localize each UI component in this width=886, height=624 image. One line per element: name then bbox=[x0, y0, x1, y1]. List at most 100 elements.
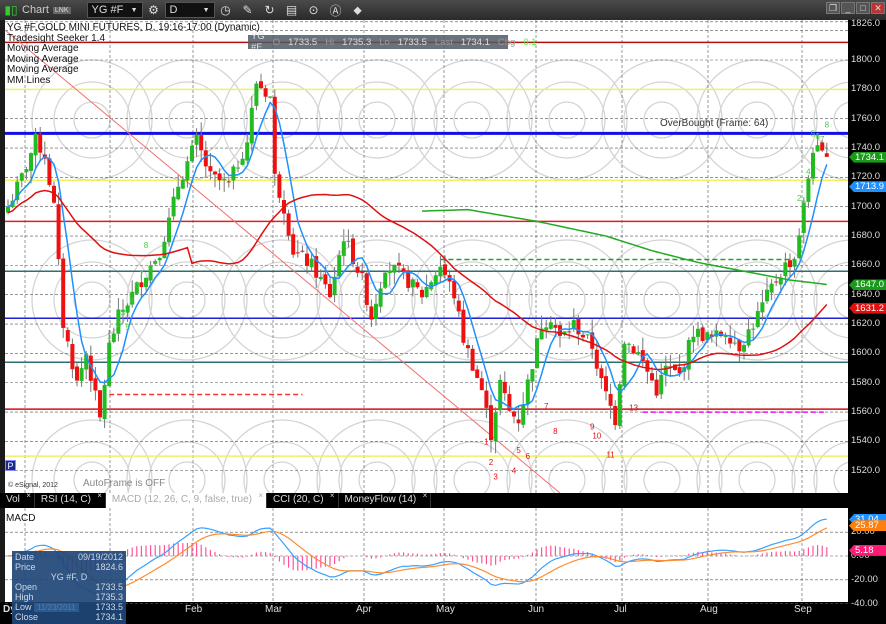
candle-body bbox=[392, 264, 397, 273]
candle-body bbox=[240, 158, 245, 165]
candle-body bbox=[728, 337, 733, 344]
candle-body bbox=[226, 181, 231, 183]
month-label: Apr bbox=[356, 604, 372, 615]
date-axis-bg bbox=[0, 602, 848, 624]
study-legend: YG #F,GOLD MINI FUTURES, D, 19:16-17:00 … bbox=[7, 22, 260, 87]
candle-body bbox=[774, 281, 779, 283]
candle-body bbox=[199, 135, 204, 151]
seeker-count-label: 5 bbox=[125, 323, 130, 332]
candle-body bbox=[318, 277, 323, 280]
price-axis-label: 1560.0 bbox=[851, 406, 881, 418]
quote-low-label: Lo bbox=[379, 36, 390, 48]
price-axis-label: 1826.0 bbox=[851, 17, 881, 29]
candle-body bbox=[489, 405, 493, 441]
p-button[interactable]: P bbox=[5, 460, 16, 471]
close-icon[interactable]: × bbox=[423, 491, 428, 500]
price-axis-label: 1540.0 bbox=[851, 435, 881, 447]
candle-body bbox=[553, 325, 558, 328]
macd-title: MACD bbox=[6, 513, 36, 524]
seeker-count-label: 3 bbox=[802, 200, 807, 209]
close-icon[interactable]: × bbox=[26, 491, 31, 500]
tab-label: RSI (14, C) bbox=[40, 494, 91, 505]
candle-body bbox=[378, 288, 383, 307]
candle-body bbox=[401, 268, 406, 272]
legend-symbol[interactable]: YG #F,GOLD MINI FUTURES, D, 19:16-17:00 … bbox=[7, 22, 260, 34]
macd-badge: 5.18 bbox=[849, 544, 886, 556]
candle-body bbox=[176, 186, 181, 200]
candle-body bbox=[659, 374, 664, 395]
candle-body bbox=[328, 283, 332, 298]
info-close: 1734.1 bbox=[95, 612, 123, 622]
macd-axis-label: -40.00 bbox=[851, 597, 878, 609]
candle-body bbox=[663, 365, 668, 375]
seeker-count-label: 3 bbox=[493, 473, 498, 482]
candle-body bbox=[70, 344, 75, 370]
candle-body bbox=[732, 342, 737, 344]
candle-body bbox=[613, 405, 618, 426]
candle-body bbox=[194, 134, 199, 145]
candle-body bbox=[479, 378, 484, 391]
seeker-count-label: 7 bbox=[820, 135, 825, 144]
candle-body bbox=[475, 369, 480, 378]
price-axis-label: 1680.0 bbox=[851, 230, 881, 242]
candle-body bbox=[797, 235, 802, 259]
info-low-label: Low bbox=[15, 602, 32, 612]
price-axis-label: 1760.0 bbox=[851, 112, 881, 124]
candle-body bbox=[369, 306, 374, 320]
price-axis-label: 1600.0 bbox=[851, 347, 881, 359]
seeker-count-label: 8 bbox=[553, 427, 558, 436]
candle-body bbox=[102, 384, 107, 420]
quote-open: 1733.5 bbox=[288, 36, 318, 48]
candle-body bbox=[548, 322, 553, 329]
legend-ma1[interactable]: Moving Average bbox=[7, 43, 260, 55]
candle-body bbox=[38, 134, 43, 153]
price-chart[interactable]: 12345678912345678 91011132345 6 78 bbox=[0, 0, 886, 624]
candle-body bbox=[420, 289, 424, 298]
candle-body bbox=[650, 373, 654, 381]
close-icon[interactable]: × bbox=[330, 491, 335, 500]
candle-body bbox=[277, 174, 282, 198]
seeker-count-label: 3 bbox=[121, 308, 126, 317]
price-axis-label: 1700.0 bbox=[851, 200, 881, 212]
candle-body bbox=[461, 309, 466, 343]
quote-chg-label: Chg bbox=[497, 36, 516, 48]
tab-vol[interactable]: Vol × bbox=[0, 491, 35, 508]
candle-body bbox=[502, 381, 507, 394]
month-label: Mar bbox=[265, 604, 283, 615]
candle-body bbox=[162, 241, 167, 259]
candle-body bbox=[484, 390, 489, 408]
candle-body bbox=[544, 327, 549, 331]
tab-macd[interactable]: MACD (12, 26, C, 9, false, true) × bbox=[105, 491, 267, 508]
legend-ma3[interactable]: Moving Average bbox=[7, 64, 260, 76]
candle-body bbox=[19, 173, 24, 181]
candle-body bbox=[61, 258, 66, 328]
candle-body bbox=[493, 412, 498, 442]
tab-cci[interactable]: CCI (20, C) × bbox=[267, 491, 339, 508]
info-high: 1735.3 bbox=[95, 592, 123, 602]
candle-body bbox=[815, 145, 820, 152]
seeker-count-label: 6 bbox=[135, 280, 140, 289]
seeker-count-label: 1 bbox=[484, 437, 489, 446]
close-icon[interactable]: × bbox=[97, 491, 102, 500]
tab-rsi[interactable]: RSI (14, C) × bbox=[35, 491, 106, 508]
autoframe-status: AutoFrame is OFF bbox=[83, 478, 166, 489]
price-badge: 1734.1 bbox=[849, 151, 886, 163]
candle-body bbox=[742, 345, 746, 352]
price-axis-label: 1580.0 bbox=[851, 376, 881, 388]
candle-body bbox=[576, 319, 581, 335]
copyright: © eSignal, 2012 bbox=[8, 482, 58, 489]
info-low: 1733.5 bbox=[95, 602, 123, 612]
overbought-label: OverBought (Frame: 64) bbox=[660, 118, 769, 129]
info-open: 1733.5 bbox=[95, 582, 123, 592]
tab-moneyflow[interactable]: MoneyFlow (14) × bbox=[339, 491, 432, 508]
candle-body bbox=[286, 213, 291, 236]
seeker-count-label: 2 bbox=[489, 458, 494, 467]
seeker-count-label: 4 bbox=[806, 167, 811, 176]
month-label: Feb bbox=[185, 604, 203, 615]
candle-body bbox=[608, 393, 613, 406]
seeker-count-label: 8 bbox=[144, 241, 149, 250]
candle-body bbox=[355, 266, 360, 273]
close-icon[interactable]: × bbox=[258, 491, 263, 500]
candle-body bbox=[443, 264, 447, 275]
legend-mm-lines[interactable]: MM Lines bbox=[7, 75, 260, 87]
